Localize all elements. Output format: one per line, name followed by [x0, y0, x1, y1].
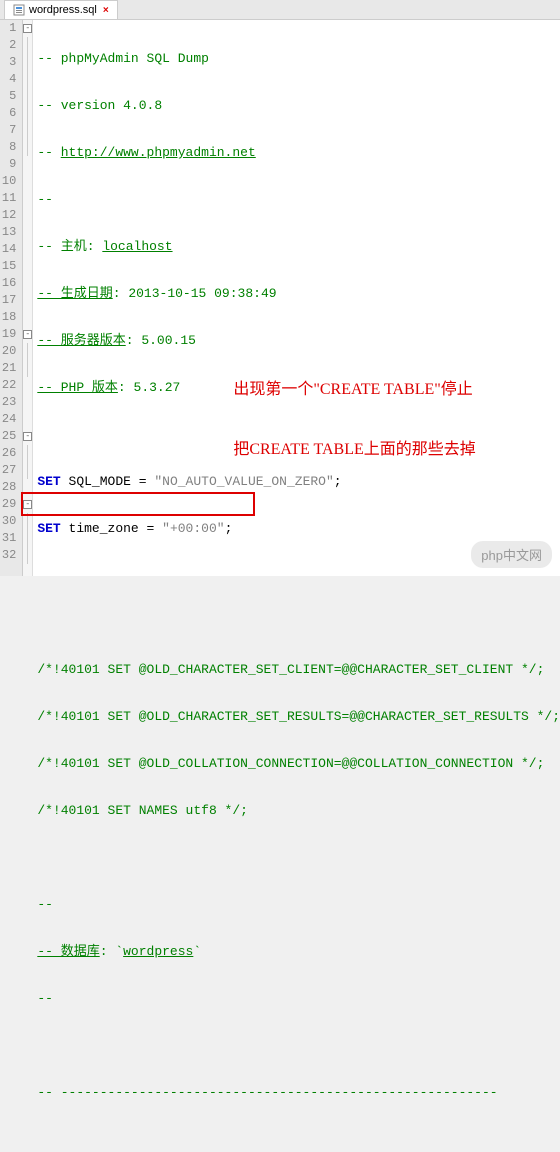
fold-minus-icon[interactable]: - [23, 500, 32, 509]
line-number: 2 [0, 37, 16, 54]
file-sql-icon [13, 4, 25, 16]
line-number: 7 [0, 122, 16, 139]
line-number: 3 [0, 54, 16, 71]
line-number: 19 [0, 326, 16, 343]
line-number: 29 [0, 496, 16, 513]
line-number: 13 [0, 224, 16, 241]
line-number: 14 [0, 241, 16, 258]
line-number: 20 [0, 343, 16, 360]
line-number: 28 [0, 479, 16, 496]
line-number: 23 [0, 394, 16, 411]
fold-minus-icon[interactable]: - [23, 432, 32, 441]
file-tab[interactable]: wordpress.sql × [4, 0, 118, 19]
fold-minus-icon[interactable]: - [23, 330, 32, 339]
code-editor: 1 2 3 4 5 6 7 8 9 10 11 12 13 14 15 16 1… [0, 20, 560, 576]
line-number: 9 [0, 156, 16, 173]
line-number: 22 [0, 377, 16, 394]
highlight-box [21, 492, 255, 516]
fold-column: - - - - [23, 20, 33, 576]
line-number: 32 [0, 547, 16, 564]
tab-bar: wordpress.sql × [0, 0, 560, 20]
line-number: 4 [0, 71, 16, 88]
close-icon[interactable]: × [103, 5, 109, 16]
line-number: 5 [0, 88, 16, 105]
line-number: 16 [0, 275, 16, 292]
line-number: 18 [0, 309, 16, 326]
line-number: 27 [0, 462, 16, 479]
watermark: php中文网 [471, 541, 552, 568]
annotation-text: 出现第一个"CREATE TABLE"停止 把CREATE TABLE上面的那些… [233, 340, 475, 500]
line-number: 31 [0, 530, 16, 547]
line-number: 6 [0, 105, 16, 122]
code-area[interactable]: -- phpMyAdmin SQL Dump -- version 4.0.8 … [33, 20, 560, 576]
line-number: 1 [0, 20, 16, 37]
line-number: 24 [0, 411, 16, 428]
line-number: 10 [0, 173, 16, 190]
line-number: 8 [0, 139, 16, 156]
line-number: 11 [0, 190, 16, 207]
line-number: 17 [0, 292, 16, 309]
line-number: 12 [0, 207, 16, 224]
tab-filename: wordpress.sql [29, 4, 97, 16]
line-number: 15 [0, 258, 16, 275]
line-number: 30 [0, 513, 16, 530]
line-number-gutter: 1 2 3 4 5 6 7 8 9 10 11 12 13 14 15 16 1… [0, 20, 23, 576]
line-number: 25 [0, 428, 16, 445]
fold-minus-icon[interactable]: - [23, 24, 32, 33]
line-number: 21 [0, 360, 16, 377]
line-number: 26 [0, 445, 16, 462]
